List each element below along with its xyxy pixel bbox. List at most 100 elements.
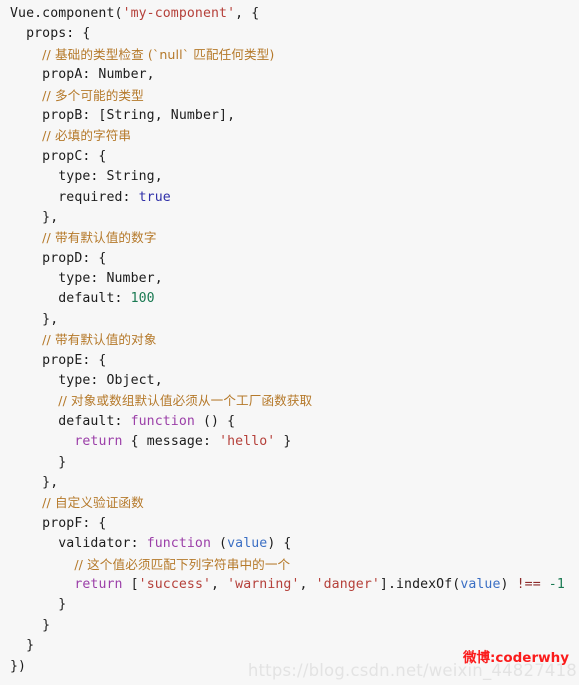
code-token-string: 'success'	[138, 576, 212, 592]
code-line: // 带有默认值的数字	[10, 228, 579, 248]
code-token-keyword: return	[74, 576, 123, 592]
code-line: propC: {	[10, 147, 579, 167]
code-token-plain: },	[10, 474, 59, 490]
code-token-plain: () {	[194, 413, 236, 429]
code-token-plain: propC: {	[10, 148, 107, 164]
code-token-keyword: return	[74, 434, 123, 450]
code-line: default: function () {	[10, 412, 579, 432]
code-line: }	[10, 616, 579, 636]
code-token-plain: { message:	[122, 434, 220, 450]
code-token-plain: propA: Number,	[10, 67, 155, 83]
code-token-number: -1	[548, 576, 565, 592]
code-line: propE: {	[10, 351, 579, 371]
code-line: default: 100	[10, 289, 579, 309]
code-line: // 多个可能的类型	[10, 86, 579, 106]
code-line: type: Object,	[10, 371, 579, 391]
csdn-url-watermark: https://blog.csdn.net/weixin_44827418	[247, 661, 577, 680]
code-token-plain: type: Object,	[10, 373, 163, 389]
code-token-comment: // 带有默认值的对象	[42, 332, 157, 348]
code-token-plain: required:	[10, 189, 139, 205]
code-token-keyword: function	[146, 536, 212, 552]
code-token-comment: // 必填的字符串	[42, 128, 132, 144]
code-token-plain: [	[122, 576, 139, 592]
code-token-string: 'my-component'	[122, 6, 236, 21]
code-screenshot: Vue.component('my-component', { props: {…	[0, 0, 579, 685]
code-token-plain: }	[275, 434, 292, 450]
code-line: return ['success', 'warning', 'danger'].…	[10, 575, 579, 595]
code-block[interactable]: Vue.component('my-component', { props: {…	[0, 4, 579, 677]
code-token-plain: },	[10, 311, 59, 327]
code-token-plain: validator:	[10, 536, 147, 552]
code-line: propD: {	[10, 249, 579, 269]
code-token-comment: // 带有默认值的数字	[42, 230, 157, 246]
code-token-operator: !==	[516, 576, 541, 592]
code-token-string: 'hello'	[219, 434, 276, 450]
code-token-boolean: true	[138, 189, 171, 205]
code-line: type: Number,	[10, 269, 579, 289]
code-line: // 自定义验证函数	[10, 493, 579, 513]
code-token-plain: ,	[211, 576, 228, 592]
code-token-plain: ,	[299, 576, 316, 592]
code-line: },	[10, 473, 579, 493]
code-token-number: 100	[130, 291, 155, 307]
code-token-plain: props: {	[10, 26, 91, 42]
code-token-string: 'warning'	[227, 576, 300, 592]
code-token-parameter: value	[227, 536, 268, 552]
code-token-comment: // 多个可能的类型	[42, 87, 144, 103]
code-token-plain: ) {	[267, 536, 292, 552]
code-token-plain: })	[10, 658, 27, 674]
code-line: // 对象或数组默认值必须从一个工厂函数获取	[10, 391, 579, 411]
code-line: validator: function (value) {	[10, 534, 579, 554]
code-line: propB: [String, Number],	[10, 106, 579, 126]
code-line: // 带有默认值的对象	[10, 330, 579, 350]
code-token-plain: type: Number,	[10, 271, 163, 287]
code-token-plain: )	[500, 576, 517, 592]
code-token-plain: , {	[235, 6, 260, 21]
code-token-plain: Vue.component(	[10, 6, 123, 21]
code-line: return { message: 'hello' }	[10, 432, 579, 452]
code-token-plain: }	[10, 597, 67, 613]
code-token-comment: // 基础的类型检查 (`null` 匹配任何类型)	[42, 46, 275, 62]
code-line: props: {	[10, 24, 579, 44]
code-line: }	[10, 595, 579, 615]
code-line: // 基础的类型检查 (`null` 匹配任何类型)	[10, 45, 579, 65]
code-token-parameter: value	[460, 576, 501, 592]
code-token-plain: propF: {	[10, 515, 107, 531]
code-token-comment: // 对象或数组默认值必须从一个工厂函数获取	[58, 393, 313, 409]
code-token-comment: // 这个值必须匹配下列字符串中的一个	[74, 556, 291, 572]
code-token-plain: type: String,	[10, 169, 163, 185]
code-line: // 这个值必须匹配下列字符串中的一个	[10, 555, 579, 575]
code-token-plain: },	[10, 209, 59, 225]
code-line: },	[10, 310, 579, 330]
code-line: propF: {	[10, 514, 579, 534]
code-line: propA: Number,	[10, 65, 579, 85]
code-token-keyword: function	[130, 413, 195, 429]
code-line: required: true	[10, 188, 579, 208]
code-token-plain: (	[211, 536, 228, 552]
code-token-plain: default:	[10, 413, 131, 429]
code-line: },	[10, 208, 579, 228]
code-token-plain: default:	[10, 291, 131, 307]
code-token-plain: }	[10, 454, 67, 470]
code-token-plain: }	[10, 638, 35, 654]
code-token-plain: propB: [String, Number],	[10, 107, 236, 123]
code-line: // 必填的字符串	[10, 126, 579, 146]
code-line: Vue.component('my-component', {	[10, 4, 579, 24]
code-token-plain: }	[10, 617, 51, 633]
code-line: }	[10, 453, 579, 473]
code-token-string: 'danger'	[315, 576, 380, 592]
code-token-plain: propE: {	[10, 352, 107, 368]
code-token-comment: // 自定义验证函数	[42, 495, 144, 511]
code-token-plain: ].indexOf(	[379, 576, 461, 592]
